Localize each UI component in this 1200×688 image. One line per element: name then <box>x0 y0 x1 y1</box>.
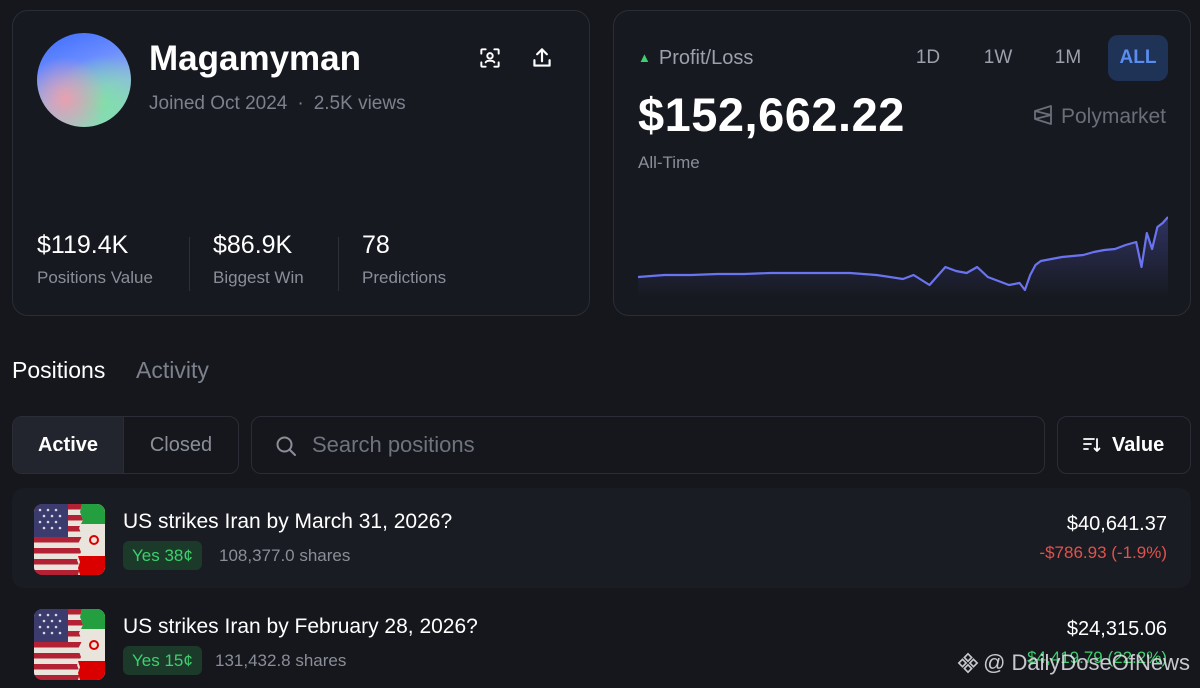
share-count: 131,432.8 shares <box>215 651 347 670</box>
separator-dot: · <box>297 93 304 114</box>
share-count: 108,377.0 shares <box>219 546 351 565</box>
market-title[interactable]: US strikes Iran by February 28, 2026? <box>123 615 478 639</box>
filter-active-button[interactable]: Active <box>13 417 123 473</box>
pnl-value: $152,662.22 <box>638 88 905 141</box>
pnl-card: ▲ Profit/Loss 1D 1W 1M ALL $152,662.22 Po… <box>613 10 1191 316</box>
stat-biggest-win: $86.9K Biggest Win <box>213 231 304 288</box>
timeframe-1d-button[interactable]: 1D <box>900 35 956 81</box>
joined-date: Joined Oct 2024 <box>149 93 288 114</box>
scan-icon[interactable] <box>477 45 503 71</box>
pnl-chart[interactable] <box>638 197 1168 297</box>
us-iran-flag-icon <box>34 504 105 575</box>
search-input[interactable] <box>312 427 1032 463</box>
tab-activity[interactable]: Activity <box>136 357 209 384</box>
pnl-period: All-Time <box>638 153 700 172</box>
sort-label: Value <box>1112 434 1165 456</box>
watermark-text: @ DailyDoseOfNews <box>983 650 1190 675</box>
us-iran-flag-icon <box>34 609 105 680</box>
search-box <box>251 416 1045 474</box>
position-value: $24,315.06 <box>1066 618 1167 640</box>
sort-icon <box>1083 438 1101 452</box>
outcome-badge: Yes 38¢ <box>123 541 202 570</box>
timeframe-1w-button[interactable]: 1W <box>968 35 1028 81</box>
timeframe-1m-button[interactable]: 1M <box>1038 35 1098 81</box>
status-filter: Active Closed <box>12 416 239 474</box>
polymarket-logo-icon <box>1034 105 1052 125</box>
username: Magamyman <box>149 39 362 78</box>
search-icon <box>276 436 296 456</box>
view-count: 2.5K views <box>313 93 406 114</box>
sort-button[interactable]: Value <box>1057 416 1191 474</box>
stat-label: Predictions <box>362 268 447 287</box>
diamond-logo-icon <box>957 652 979 674</box>
stat-value: $86.9K <box>213 231 293 259</box>
profile-meta: Joined Oct 2024 · 2.5K views <box>149 93 406 115</box>
stat-label: Biggest Win <box>213 268 304 287</box>
market-title[interactable]: US strikes Iran by March 31, 2026? <box>123 510 452 534</box>
watermark: @ DailyDoseOfNews <box>957 650 1190 676</box>
brand-name: Polymarket <box>1060 105 1166 128</box>
share-icon[interactable] <box>529 45 555 71</box>
stat-value: 78 <box>362 231 390 259</box>
stat-label: Positions Value <box>37 268 153 287</box>
timeframe-all-button[interactable]: ALL <box>1108 35 1168 81</box>
chart-area <box>638 217 1168 297</box>
avatar[interactable] <box>37 33 131 127</box>
stat-value: $119.4K <box>37 231 129 259</box>
stat-predictions: 78 Predictions <box>362 231 446 288</box>
divider <box>338 237 339 291</box>
pnl-header: ▲ Profit/Loss <box>638 47 753 70</box>
pnl-label: Profit/Loss <box>658 47 754 69</box>
filter-closed-button[interactable]: Closed <box>123 417 238 473</box>
profile-card: Magamyman Joined Oct 2024 · 2.5K views $11… <box>12 10 590 316</box>
tab-positions[interactable]: Positions <box>12 357 105 384</box>
position-pnl: -$786.93 (-1.9%) <box>1039 543 1167 562</box>
position-row[interactable]: US strikes Iran by March 31, 2026? Yes 3… <box>12 488 1191 588</box>
position-value: $40,641.37 <box>1066 513 1167 535</box>
outcome-badge: Yes 15¢ <box>123 646 202 675</box>
stat-positions-value: $119.4K Positions Value <box>37 231 153 288</box>
divider <box>189 237 190 291</box>
brand[interactable]: Polymarket <box>1031 103 1166 129</box>
triangle-up-icon: ▲ <box>638 50 651 65</box>
